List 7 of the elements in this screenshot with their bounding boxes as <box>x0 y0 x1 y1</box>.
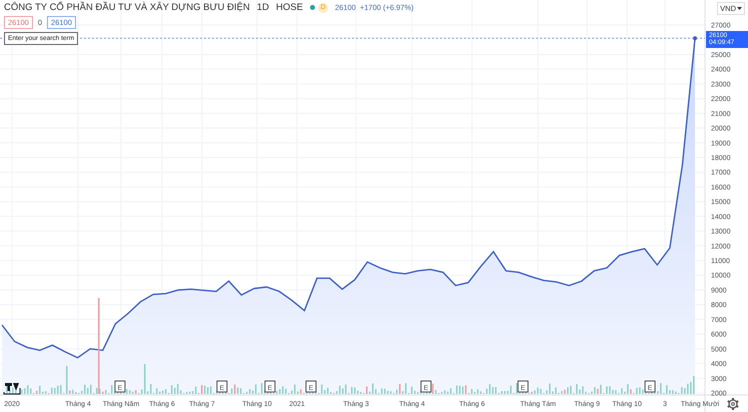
brand-logo-icon <box>4 383 20 394</box>
exchange-label: HOSE <box>276 2 303 13</box>
caret-icon <box>737 7 742 10</box>
settings-icon[interactable] <box>727 398 739 410</box>
interval-label[interactable]: 1D <box>256 2 270 13</box>
last-point-dot <box>693 36 697 40</box>
chart-title: CÔNG TY CỔ PHẦN ĐẦU TƯ VÀ XÂY DỰNG BƯU ĐIỆN <box>4 2 250 13</box>
